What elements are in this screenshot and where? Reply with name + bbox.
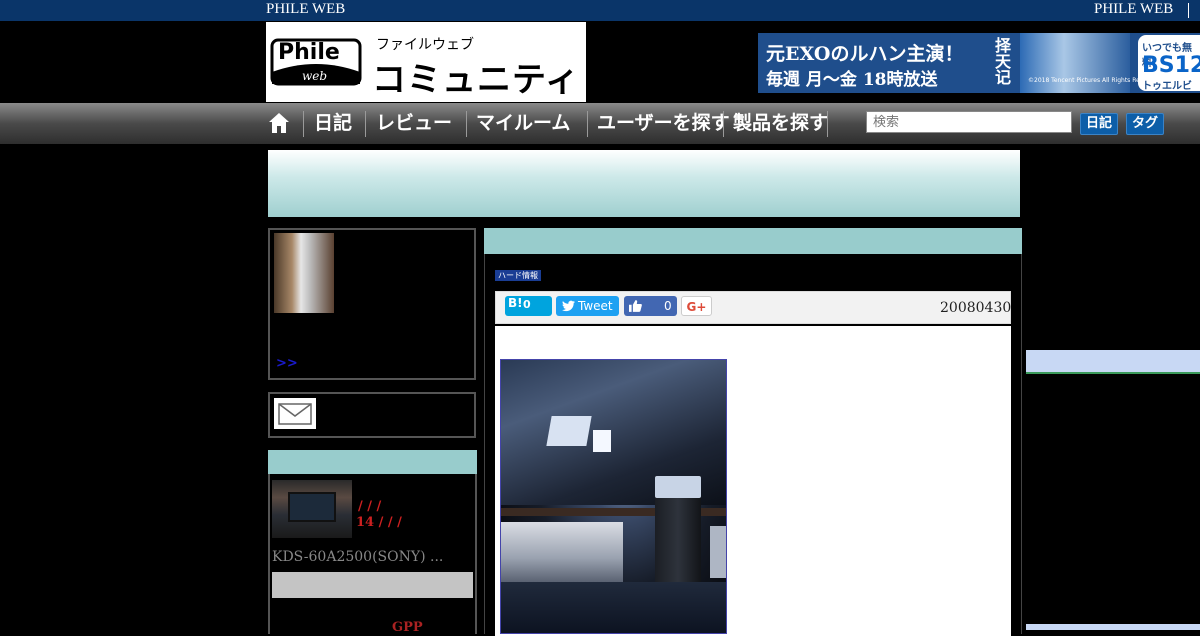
search-input[interactable]	[866, 111, 1072, 133]
twitter-bird-icon	[562, 300, 575, 312]
tweet-button[interactable]: Tweet	[556, 296, 619, 316]
recent-entries-header	[268, 450, 477, 474]
topbar-divider	[1188, 3, 1189, 18]
banner-headline: 元EXOのルハン主演！	[766, 43, 964, 65]
profile-more-link[interactable]: >>	[276, 356, 298, 371]
entry-photo[interactable]	[500, 359, 727, 634]
site-brand-left[interactable]: PHILE WEB	[266, 1, 345, 18]
hatena-bookmark-button[interactable]: B! 0	[505, 296, 552, 316]
photo-floor	[501, 582, 726, 633]
nav-item-find-users[interactable]: ユーザーを探す	[597, 103, 730, 144]
banner-schedule: 毎週 月～金 18時放送	[766, 70, 938, 90]
recent-entry-date-1: / / /	[358, 499, 382, 514]
logo-badge-text: Phile	[278, 40, 340, 65]
tweet-label: Tweet	[578, 299, 613, 313]
right-panel-header	[1026, 350, 1200, 374]
bs12-name: BS12	[1142, 53, 1200, 78]
logo-badge-subtext: web	[302, 69, 328, 83]
nav-divider	[466, 111, 467, 137]
search-diary-button[interactable]: 日記	[1080, 113, 1118, 135]
banner-ad[interactable]: 元EXOのルハン主演！ 毎週 月～金 18時放送 择天记 ©2018 Tence…	[758, 33, 1200, 93]
photo-label	[546, 416, 592, 446]
ad-area	[268, 150, 1020, 217]
hatena-count: 0	[523, 298, 531, 311]
nav-item-diary[interactable]: 日記	[314, 103, 352, 144]
home-icon[interactable]	[268, 112, 290, 134]
like-count: 0	[664, 299, 672, 313]
recent-entry-thumbnail[interactable]	[272, 480, 352, 538]
search-tag-button[interactable]: タグ	[1126, 113, 1164, 135]
photo-speaker-cap	[655, 476, 701, 498]
facebook-like-button[interactable]: 0	[624, 296, 677, 316]
nav-item-review[interactable]: レビュー	[376, 103, 452, 144]
recent-entry-bar	[272, 572, 473, 598]
hatena-icon: B!	[508, 296, 523, 310]
photo-light	[593, 430, 611, 452]
banner-drama-title: 择天记	[992, 37, 1011, 85]
recent-entry-footer: GPP	[392, 620, 423, 635]
site-logo[interactable]: Phile web ファイルウェブ コミュニティ	[266, 22, 586, 102]
recent-entry-model[interactable]: KDS-60A2500(SONY) ...	[272, 549, 443, 565]
category-badge[interactable]: ハード情報	[495, 270, 541, 281]
photo-amplifier	[501, 522, 623, 582]
nav-item-myroom[interactable]: マイルーム	[476, 103, 570, 144]
nav-divider	[723, 111, 724, 137]
google-plus-button[interactable]: G+	[681, 296, 712, 316]
site-brand-right[interactable]: PHILE WEB	[1094, 1, 1173, 18]
thumbs-up-icon	[629, 300, 642, 312]
nav-divider	[827, 111, 828, 137]
banner-actor-image	[1020, 33, 1130, 93]
right-panel-footer	[1026, 624, 1200, 630]
nav-item-find-products[interactable]: 製品を探す	[733, 103, 828, 144]
logo-kana: ファイルウェブ	[376, 37, 474, 53]
recent-entry-date-2: 14 / / /	[356, 515, 402, 530]
entry-date: 20080430	[940, 300, 1012, 316]
entry-header	[484, 228, 1022, 254]
bs12-subname: トゥエルビ	[1142, 81, 1192, 92]
mail-icon[interactable]	[274, 398, 316, 429]
nav-divider	[303, 111, 304, 137]
top-bar: PHILE WEB PHILE WEB	[0, 0, 1200, 21]
nav-divider	[587, 111, 588, 137]
profile-image[interactable]	[274, 233, 334, 313]
tv-image	[288, 492, 336, 522]
nav-divider	[365, 111, 366, 137]
photo-side-panel	[710, 526, 726, 578]
logo-title: コミュニティ	[372, 60, 580, 100]
